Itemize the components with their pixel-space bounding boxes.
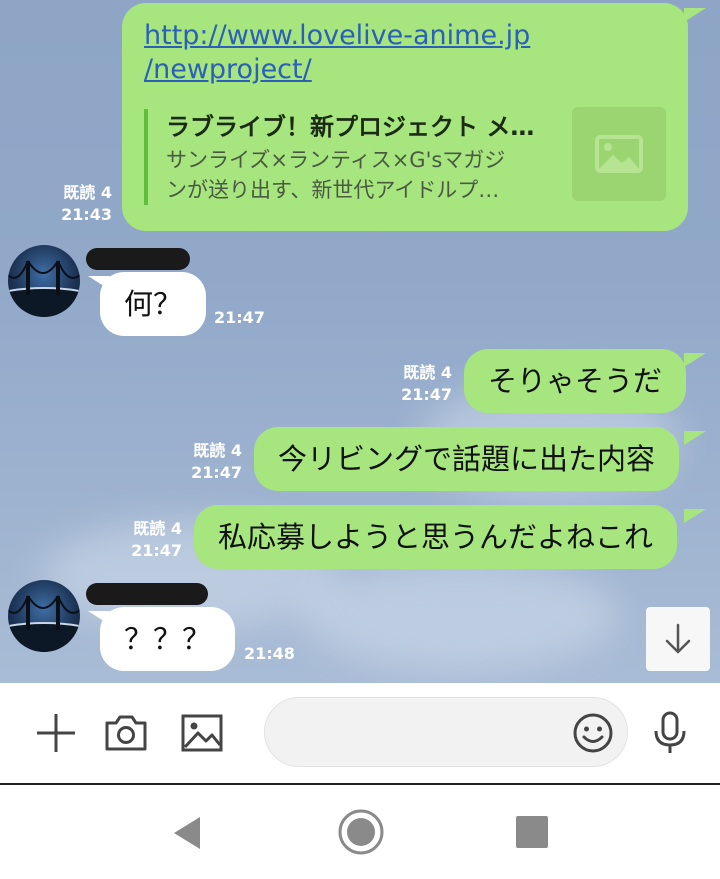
message-bubble-outgoing[interactable]: そりゃそうだ [464,349,687,413]
read-receipt: 既読 4 21:47 [100,518,182,562]
redacted-sender-name [86,583,208,605]
read-receipt: 既読 4 21:47 [160,440,242,484]
plus-icon[interactable] [32,709,80,757]
microphone-icon[interactable] [646,709,694,757]
message-time: 21:47 [131,541,182,560]
scroll-to-bottom-button[interactable] [646,607,710,671]
emoji-icon[interactable] [571,711,615,755]
link-url[interactable]: http://www.lovelive-anime.jp /newproject… [144,19,530,87]
card-title: ラブライブ！新プロジェクト メ… [166,113,535,141]
message-time: 21:47 [191,463,242,482]
bubble-tail [684,353,706,367]
link-url-line2[interactable]: /newproject/ [144,53,530,87]
read-count: 既読 4 [63,183,112,202]
card-desc-line1: サンライズ×ランティス×G'sマガジ [166,148,506,172]
card-description: サンライズ×ランティス×G'sマガジ ンが送り出す、新世代アイドルプ… [166,145,546,205]
read-count: 既読 4 [133,519,182,538]
link-url-line1[interactable]: http://www.lovelive-anime.jp [144,19,530,53]
image-placeholder-icon[interactable] [572,107,666,201]
link-preview-bubble[interactable]: http://www.lovelive-anime.jp /newproject… [122,3,688,231]
bubble-tail [684,431,706,445]
camera-icon[interactable] [102,709,150,757]
message-input[interactable] [264,697,628,767]
gallery-icon[interactable] [178,709,226,757]
read-receipt: 既読 4 21:47 [370,362,452,406]
back-triangle-icon[interactable] [168,813,208,853]
read-receipt: 既読 4 21:43 [40,182,112,226]
bubble-tail [684,8,706,22]
message-bubble-outgoing[interactable]: 私応募しようと思うんだよねこれ [194,505,678,569]
recents-square-icon[interactable] [516,816,548,848]
message-time: 21:48 [244,644,295,663]
avatar[interactable] [8,580,80,652]
message-bubble-incoming[interactable]: ？？？ [100,607,236,671]
avatar[interactable] [8,245,80,317]
arrow-down-icon [665,623,691,654]
system-navigation-bar [0,785,720,879]
home-circle-icon[interactable] [338,809,384,855]
message-time: 21:43 [61,205,112,224]
message-time: 21:47 [214,308,265,327]
chat-area[interactable]: http://www.lovelive-anime.jp /newproject… [0,0,720,683]
card-accent-bar [144,109,148,205]
read-count: 既読 4 [193,441,242,460]
read-count: 既読 4 [403,363,452,382]
bubble-tail [684,509,706,523]
redacted-sender-name [86,248,190,270]
message-bubble-outgoing[interactable]: 今リビングで話題に出た内容 [254,427,680,491]
card-desc-line2: ンが送り出す、新世代アイドルプ… [166,178,500,202]
message-bubble-incoming[interactable]: 何？ [100,272,207,336]
message-time: 21:47 [401,385,452,404]
